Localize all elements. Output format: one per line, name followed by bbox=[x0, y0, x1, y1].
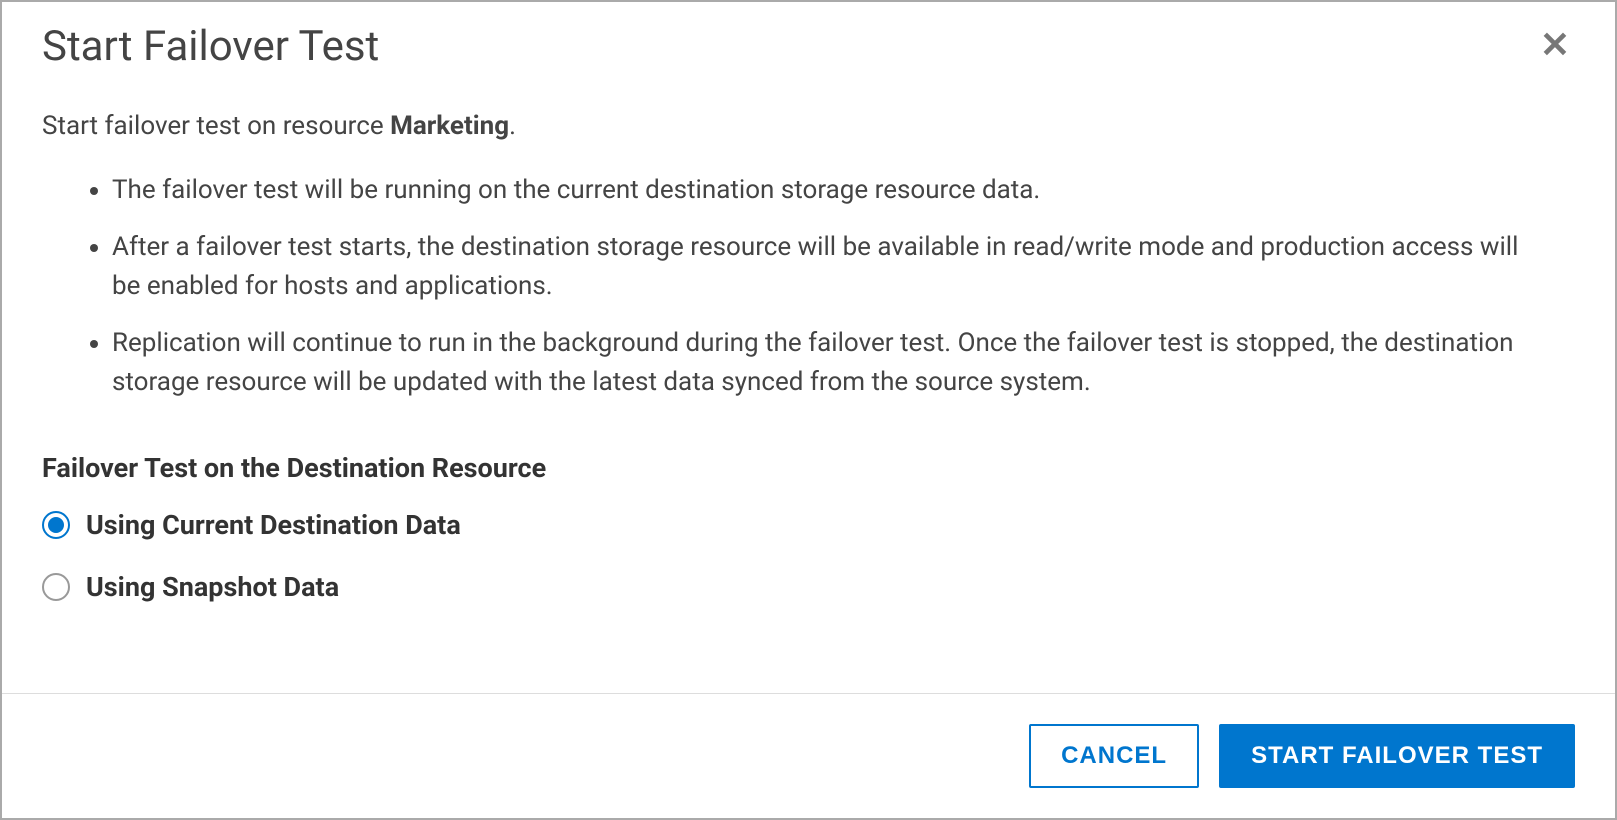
start-failover-test-button[interactable]: START FAILOVER TEST bbox=[1219, 724, 1575, 788]
list-item: After a failover test starts, the destin… bbox=[112, 228, 1575, 306]
dialog-header: Start Failover Test ✕ bbox=[2, 2, 1615, 81]
intro-prefix: Start failover test on resource bbox=[42, 111, 390, 141]
intro-text: Start failover test on resource Marketin… bbox=[42, 111, 1575, 141]
radio-option-snapshot-data[interactable]: Using Snapshot Data bbox=[42, 571, 1575, 603]
radio-label: Using Current Destination Data bbox=[86, 509, 461, 541]
close-icon[interactable]: ✕ bbox=[1535, 22, 1575, 68]
list-item: The failover test will be running on the… bbox=[112, 171, 1575, 210]
dialog-title: Start Failover Test bbox=[42, 22, 379, 71]
info-list: The failover test will be running on the… bbox=[42, 171, 1575, 402]
dialog-body: Start failover test on resource Marketin… bbox=[2, 81, 1615, 693]
radio-label: Using Snapshot Data bbox=[86, 571, 339, 603]
intro-suffix: . bbox=[509, 111, 516, 141]
dialog-footer: CANCEL START FAILOVER TEST bbox=[2, 693, 1615, 818]
list-item: Replication will continue to run in the … bbox=[112, 324, 1575, 402]
radio-option-current-data[interactable]: Using Current Destination Data bbox=[42, 509, 1575, 541]
resource-name: Marketing bbox=[390, 111, 509, 141]
radio-icon bbox=[42, 511, 70, 539]
section-title: Failover Test on the Destination Resourc… bbox=[42, 452, 1575, 484]
radio-group: Using Current Destination Data Using Sna… bbox=[42, 509, 1575, 603]
cancel-button[interactable]: CANCEL bbox=[1029, 724, 1199, 788]
failover-test-dialog: Start Failover Test ✕ Start failover tes… bbox=[0, 0, 1617, 820]
radio-icon bbox=[42, 573, 70, 601]
